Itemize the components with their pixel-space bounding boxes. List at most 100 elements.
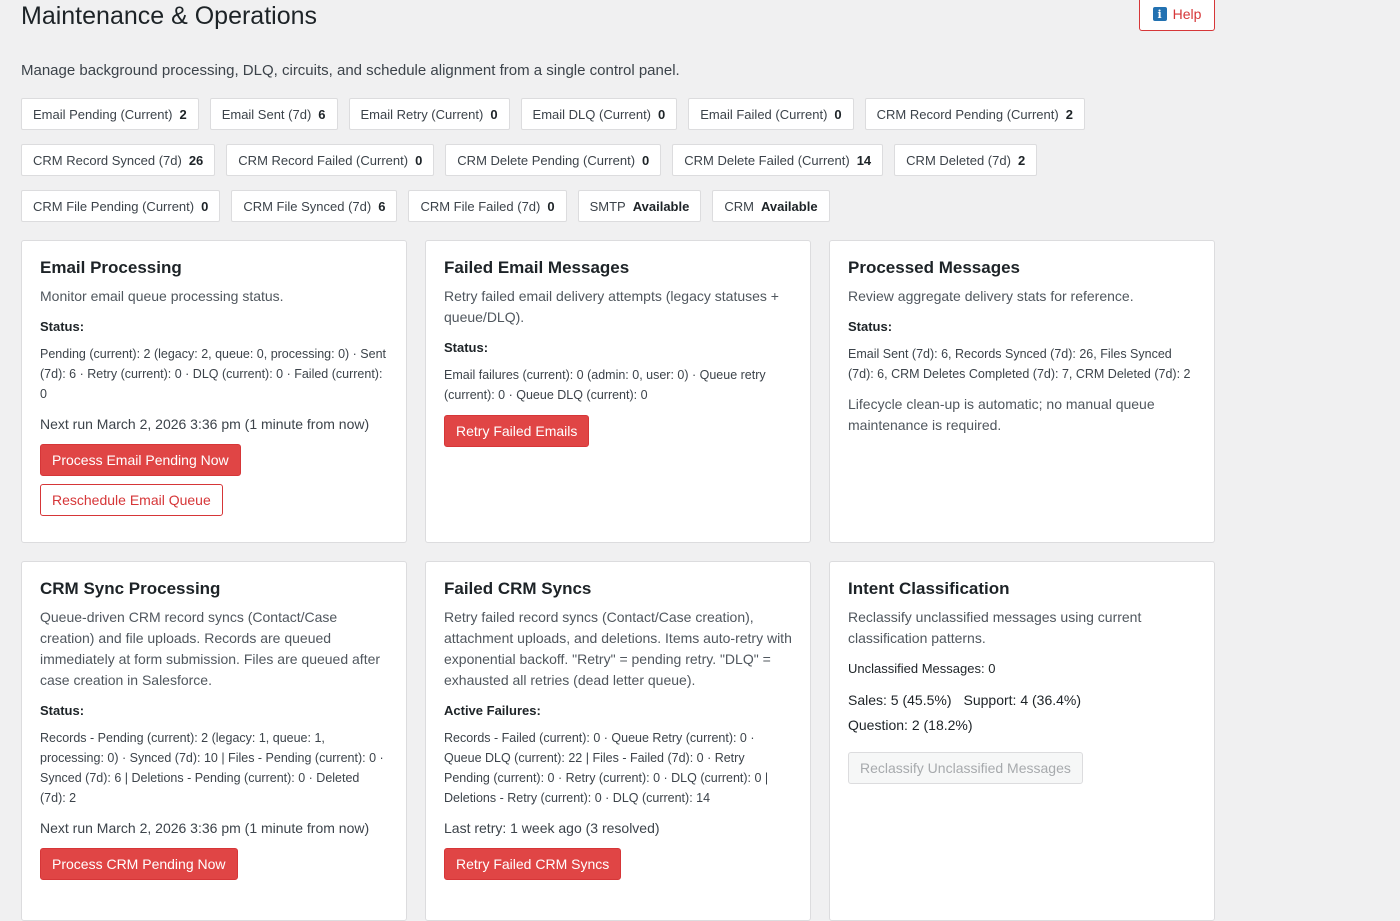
top-bar: Maintenance & Operations i Help — [21, 0, 1216, 40]
stat-value: 0 — [547, 198, 555, 214]
info-icon: i — [1152, 7, 1167, 21]
card-failed-crm: Failed CRM Syncs Retry failed record syn… — [425, 561, 811, 921]
help-label: Help — [1172, 6, 1202, 22]
stat-label: CRM — [724, 198, 754, 214]
card-title: Failed Email Messages — [444, 258, 630, 277]
page-description: Manage background processing, DLQ, circu… — [21, 62, 680, 79]
card-subtitle: Retry failed record syncs (Contact/Case … — [444, 609, 792, 688]
reclassify-button[interactable]: Reclassify Unclassified Messages — [848, 752, 1083, 784]
stat-label: CRM Delete Pending (Current) — [457, 152, 636, 168]
stat-label: Email Pending (Current) — [33, 106, 173, 122]
card-title: Processed Messages — [848, 258, 1020, 277]
stat-crm-deleted: CRM Deleted (7d) 2 — [894, 144, 1038, 176]
stat-label: CRM Delete Failed (Current) — [684, 152, 850, 168]
card-subtitle: Reclassify unclassified messages using c… — [848, 609, 1142, 646]
card-email-processing: Email Processing Monitor email queue pro… — [21, 240, 407, 543]
status-label: Status: — [40, 703, 85, 718]
card-title: Failed CRM Syncs — [444, 579, 592, 598]
stat-label: CRM Record Synced (7d) — [33, 152, 182, 168]
stat-crm-record-failed: CRM Record Failed (Current) 0 — [226, 144, 435, 176]
card-title: Email Processing — [40, 258, 182, 277]
process-crm-pending-button[interactable]: Process CRM Pending Now — [40, 848, 238, 880]
stat-label: CRM File Failed (7d) — [420, 198, 541, 214]
stat-label: Email Failed (Current) — [700, 106, 828, 122]
next-run-text: Next run March 2, 2026 3:36 pm (1 minute… — [40, 416, 370, 432]
reschedule-email-queue-button[interactable]: Reschedule Email Queue — [40, 484, 223, 516]
stat-label: CRM Record Failed (Current) — [238, 152, 409, 168]
stat-label: CRM Record Pending (Current) — [876, 106, 1059, 122]
unclassified-value: 0 — [988, 661, 996, 676]
stat-email-dlq: Email DLQ (Current) 0 — [520, 98, 678, 130]
intent-question: Question: 2 (18.2%) — [848, 717, 973, 733]
stat-label: CRM Deleted (7d) — [906, 152, 1011, 168]
cards-grid: Email Processing Monitor email queue pro… — [21, 240, 1216, 921]
status-label: Status: — [444, 340, 489, 355]
stat-smtp: SMTP Available — [577, 190, 702, 222]
unclassified-row: Unclassified Messages: 0 — [848, 661, 995, 676]
stat-value: Available — [760, 198, 818, 214]
stat-label: CRM File Synced (7d) — [243, 198, 372, 214]
stat-crm-record-synced: CRM Record Synced (7d) 26 — [21, 144, 216, 176]
stat-value: 0 — [642, 152, 650, 168]
page-wrap: Maintenance & Operations i Help Manage b… — [21, 0, 1216, 921]
intent-support: Support: 4 (36.4%) — [963, 692, 1082, 708]
intent-sales: Sales: 5 (45.5%) — [848, 692, 952, 708]
card-failed-email: Failed Email Messages Retry failed email… — [425, 240, 811, 543]
status-text: Records - Failed (current): 0 · Queue Re… — [444, 731, 769, 805]
card-title: Intent Classification — [848, 579, 1010, 598]
stat-crm-record-pending: CRM Record Pending (Current) 2 — [864, 98, 1085, 130]
status-text: Email Sent (7d): 6, Records Synced (7d):… — [848, 347, 1191, 381]
status-text: Records - Pending (current): 2 (legacy: … — [40, 731, 384, 805]
status-text: Email failures (current): 0 (admin: 0, u… — [444, 368, 766, 402]
status-text: Pending (current): 2 (legacy: 2, queue: … — [40, 347, 387, 401]
stat-email-failed: Email Failed (Current) 0 — [688, 98, 854, 130]
stat-email-retry: Email Retry (Current) 0 — [348, 98, 510, 130]
stat-email-pending: Email Pending (Current) 2 — [21, 98, 199, 130]
page-title: Maintenance & Operations — [21, 2, 318, 30]
unclassified-label: Unclassified Messages: — [848, 661, 985, 676]
lifecycle-note: Lifecycle clean-up is automatic; no manu… — [848, 396, 1155, 433]
stat-value: 0 — [201, 198, 209, 214]
stat-value: 2 — [1065, 106, 1073, 122]
stat-value: 14 — [856, 152, 872, 168]
retry-failed-emails-button[interactable]: Retry Failed Emails — [444, 415, 590, 447]
stat-crm-file-pending: CRM File Pending (Current) 0 — [21, 190, 221, 222]
stat-label: Email Sent (7d) — [221, 106, 312, 122]
stat-crm: CRM Available — [712, 190, 830, 222]
stat-label: Email Retry (Current) — [360, 106, 484, 122]
stat-value: 0 — [490, 106, 498, 122]
stat-crm-delete-pending: CRM Delete Pending (Current) 0 — [445, 144, 662, 176]
card-subtitle: Review aggregate delivery stats for refe… — [848, 288, 1134, 304]
status-label: Status: — [848, 319, 893, 334]
next-run-text: Next run March 2, 2026 3:36 pm (1 minute… — [40, 820, 370, 836]
stat-value: 6 — [378, 198, 386, 214]
retry-failed-crm-button[interactable]: Retry Failed CRM Syncs — [444, 848, 622, 880]
stat-value: 0 — [415, 152, 423, 168]
intent-breakdown: Sales: 5 (45.5%) Support: 4 (36.4%) Quest… — [848, 688, 1081, 738]
stat-value: 2 — [179, 106, 187, 122]
stat-crm-file-synced: CRM File Synced (7d) 6 — [231, 190, 398, 222]
stat-value: 0 — [658, 106, 666, 122]
stat-label: Email DLQ (Current) — [532, 106, 652, 122]
stat-value: 26 — [188, 152, 204, 168]
status-label: Status: — [40, 319, 85, 334]
card-title: CRM Sync Processing — [40, 579, 221, 598]
active-failures-label: Active Failures: — [444, 703, 541, 718]
stat-value: Available — [632, 198, 690, 214]
card-subtitle: Monitor email queue processing status. — [40, 288, 284, 304]
stats-bar: Email Pending (Current) 2 Email Sent (7d)… — [21, 98, 1121, 222]
process-email-pending-button[interactable]: Process Email Pending Now — [40, 444, 241, 476]
stat-value: 2 — [1017, 152, 1026, 168]
card-subtitle: Retry failed email delivery attempts (le… — [444, 288, 779, 325]
stat-value: 6 — [318, 106, 326, 122]
stat-crm-file-failed: CRM File Failed (7d) 0 — [408, 190, 567, 222]
card-crm-sync: CRM Sync Processing Queue-driven CRM rec… — [21, 561, 407, 921]
help-button[interactable]: i Help — [1139, 0, 1215, 31]
card-processed-messages: Processed Messages Review aggregate deli… — [829, 240, 1215, 543]
stat-value: 0 — [834, 106, 842, 122]
stat-label: CRM File Pending (Current) — [33, 198, 195, 214]
last-retry-text: Last retry: 1 week ago (3 resolved) — [444, 820, 660, 836]
stat-email-sent: Email Sent (7d) 6 — [209, 98, 338, 130]
card-subtitle: Queue-driven CRM record syncs (Contact/C… — [40, 609, 381, 688]
stat-label: SMTP — [589, 198, 626, 214]
